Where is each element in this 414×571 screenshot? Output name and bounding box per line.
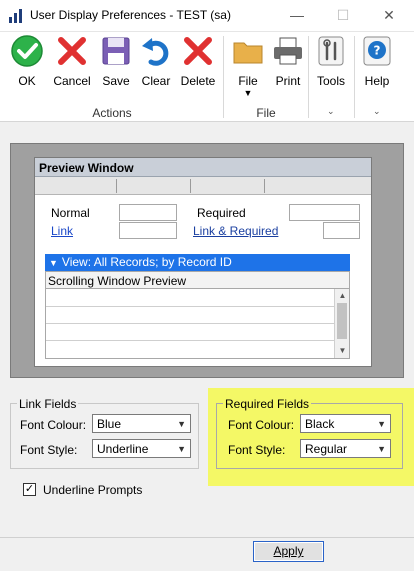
app-chart-icon (9, 9, 22, 23)
cancel-label: Cancel (53, 74, 91, 88)
footer: Apply (0, 538, 414, 571)
ribbon: OK Cancel Save Clear Delete Actions File… (0, 32, 414, 122)
preview-toolbar (35, 177, 371, 195)
chevron-down-icon: ▼ (377, 419, 386, 429)
clear-button[interactable]: Clear (138, 34, 174, 88)
required-fields-group (216, 403, 403, 469)
scroll-thumb[interactable] (337, 303, 347, 339)
folder-icon (233, 42, 263, 64)
maximize-button[interactable]: ☐ (320, 0, 366, 31)
link-font-colour-label: Font Colour: (20, 418, 87, 432)
underline-prompts-label[interactable]: Underline Prompts (43, 483, 142, 497)
help-label: Help (364, 74, 390, 88)
link-font-style-label: Font Style: (20, 443, 78, 457)
tools-label: Tools (316, 74, 345, 88)
red-x-icon (184, 37, 212, 65)
link-font-colour-value: Blue (97, 417, 122, 431)
vertical-scrollbar[interactable]: ▲ ▼ (334, 289, 349, 358)
toolbar-divider (264, 179, 265, 193)
wrench-icon (318, 36, 344, 66)
scrolling-window: Scrolling Window Preview ▲ ▼ (45, 271, 350, 359)
scroll-down-icon[interactable]: ▼ (335, 346, 350, 355)
ok-label: OK (18, 74, 36, 88)
chevron-down-icon: ▼ (177, 444, 186, 454)
help-expand-icon[interactable]: ⌄ (373, 106, 381, 117)
delete-label: Delete (180, 74, 216, 88)
grid-row-line (46, 340, 334, 341)
grid-row-line (46, 306, 334, 307)
link-field[interactable] (119, 222, 177, 239)
chevron-down-icon: ▼ (177, 419, 186, 429)
required-font-colour-label: Font Colour: (228, 418, 295, 432)
underline-prompts-checkbox[interactable]: ✓ (23, 483, 36, 496)
delete-button[interactable]: Delete (178, 34, 218, 88)
print-label: Print (275, 74, 301, 88)
printer-icon (274, 37, 302, 65)
ribbon-separator (354, 36, 355, 118)
print-button[interactable]: Print (270, 34, 306, 88)
red-x-icon (58, 37, 86, 65)
file-button[interactable]: File ▼ (230, 34, 266, 98)
view-bar[interactable]: ▼ View: All Records; by Record ID (45, 254, 350, 271)
normal-label: Normal (51, 206, 90, 220)
link-fields-group (10, 403, 199, 469)
link-required-label[interactable]: Link & Required (193, 224, 278, 238)
clear-label: Clear (141, 74, 171, 88)
required-field[interactable] (289, 204, 360, 221)
required-font-colour-value: Black (305, 417, 335, 431)
main-panel: Preview Window Normal Required Link Link… (0, 122, 414, 537)
required-font-style-select[interactable]: Regular ▼ (300, 439, 391, 458)
check-circle-icon (11, 35, 43, 67)
floppy-disk-icon (102, 37, 130, 65)
save-button[interactable]: Save (98, 34, 134, 88)
minimize-button[interactable]: — (274, 0, 320, 31)
ribbon-separator (308, 36, 309, 118)
ok-button[interactable]: OK (8, 34, 46, 88)
grid-row-line (46, 323, 334, 324)
window-title: User Display Preferences - TEST (sa) (30, 8, 231, 22)
link-label[interactable]: Link (51, 224, 73, 238)
scrolling-window-header: Scrolling Window Preview (46, 272, 349, 289)
save-label: Save (102, 74, 130, 88)
svg-text:?: ? (374, 44, 381, 58)
help-button[interactable]: ? Help (358, 34, 396, 88)
tools-button[interactable]: Tools (312, 34, 350, 88)
file-group-label: File (256, 106, 276, 120)
required-fields-group-label: Required Fields (223, 397, 312, 411)
normal-field[interactable] (119, 204, 177, 221)
link-font-style-select[interactable]: Underline ▼ (92, 439, 191, 458)
question-circle-icon: ? (363, 36, 391, 66)
required-font-style-label: Font Style: (228, 443, 286, 457)
toolbar-divider (116, 179, 117, 193)
preview-window-title: Preview Window (35, 158, 371, 177)
cancel-button[interactable]: Cancel (50, 34, 94, 88)
chevron-down-icon: ▼ (377, 444, 386, 454)
link-required-field[interactable] (323, 222, 360, 239)
required-label: Required (197, 206, 246, 220)
link-font-colour-select[interactable]: Blue ▼ (92, 414, 191, 433)
view-bar-text: View: All Records; by Record ID (61, 255, 232, 269)
required-font-style-value: Regular (305, 442, 348, 456)
required-font-colour-select[interactable]: Black ▼ (300, 414, 391, 433)
toolbar-divider (190, 179, 191, 193)
link-font-style-value: Underline (97, 442, 149, 456)
close-button[interactable]: ✕ (366, 0, 412, 31)
actions-group-label: Actions (92, 106, 132, 120)
preview-window: Preview Window Normal Required Link Link… (34, 157, 372, 367)
ribbon-separator (223, 36, 224, 118)
title-bar: User Display Preferences - TEST (sa) — ☐… (0, 0, 414, 32)
undo-arrow-icon (142, 38, 169, 66)
tools-expand-icon[interactable]: ⌄ (327, 106, 335, 117)
view-expand-icon: ▼ (49, 258, 58, 268)
apply-button[interactable]: Apply (253, 541, 324, 562)
file-dropdown-arrow-icon: ▼ (243, 88, 253, 98)
file-label: File (238, 74, 258, 88)
link-fields-group-label: Link Fields (17, 397, 79, 411)
scroll-up-icon[interactable]: ▲ (335, 291, 350, 300)
